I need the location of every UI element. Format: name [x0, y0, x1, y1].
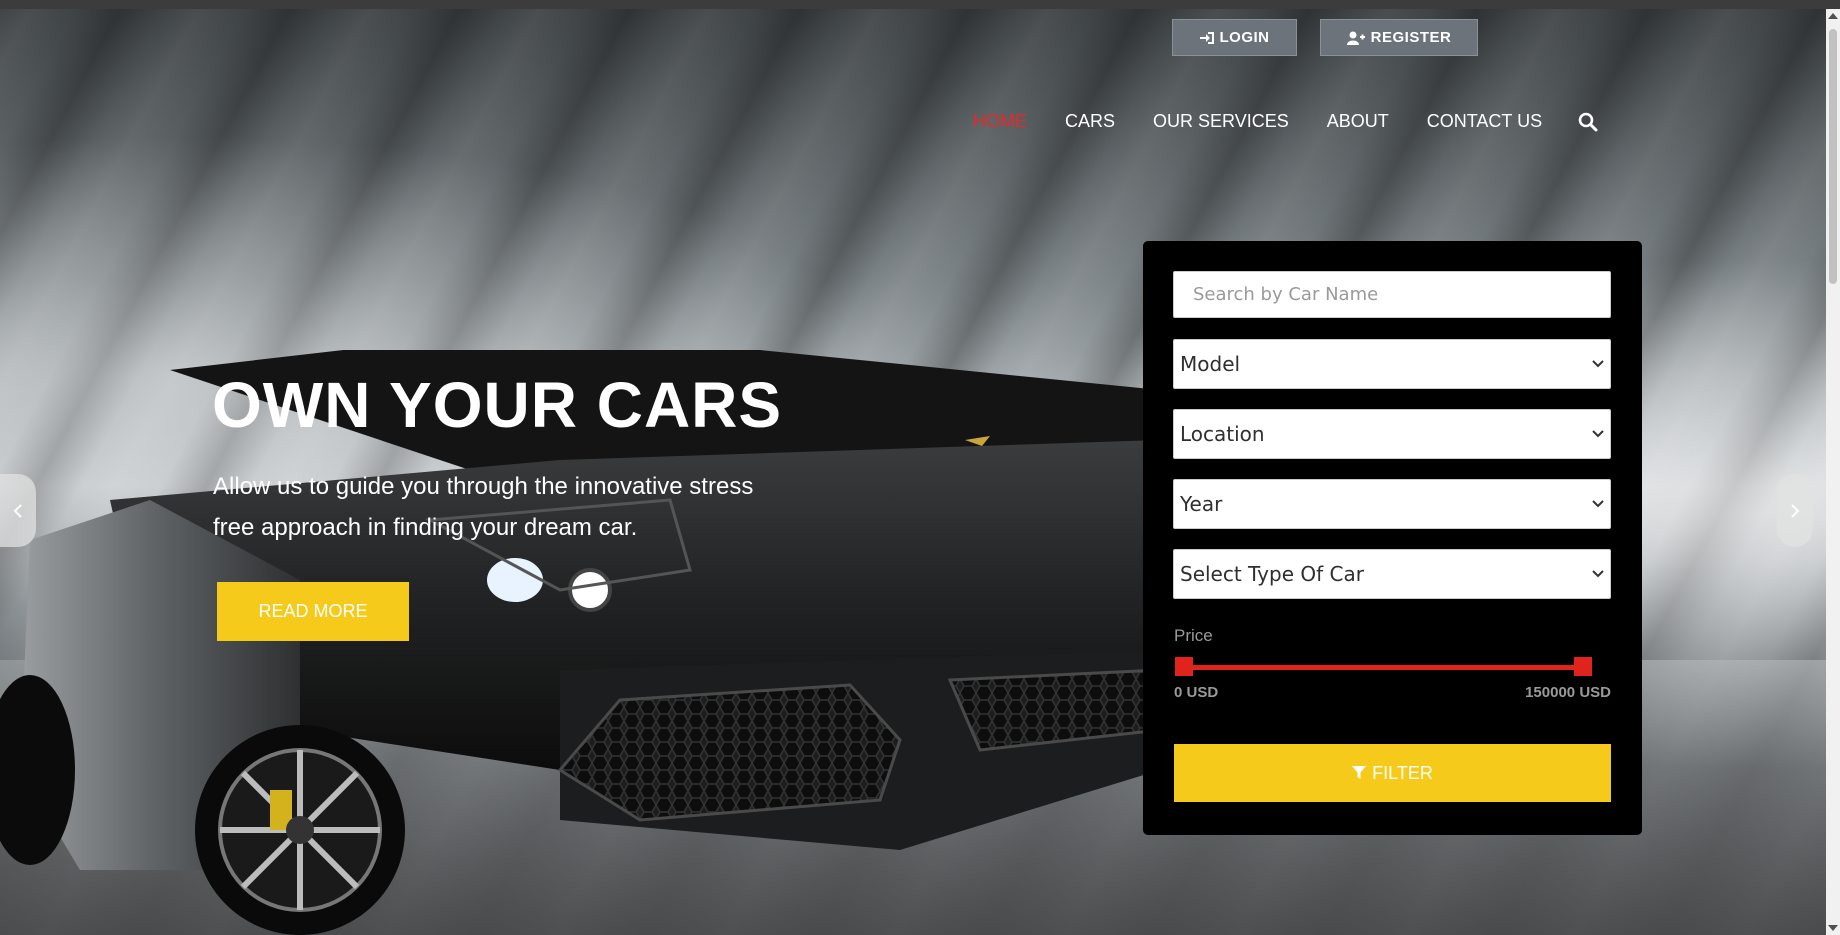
price-label: Price: [1174, 626, 1213, 645]
car-filter-panel: Model Location Year Select Type Of Car P…: [1143, 241, 1642, 835]
scrollbar-thumb[interactable]: [1829, 29, 1837, 284]
nav-contact-us[interactable]: CONTACT US: [1427, 111, 1542, 132]
year-select[interactable]: Year: [1173, 479, 1611, 529]
nav-our-services[interactable]: OUR SERVICES: [1153, 111, 1289, 132]
car-type-select-value: Select Type Of Car: [1180, 562, 1364, 586]
register-label: REGISTER: [1370, 29, 1452, 46]
user-plus-icon: [1346, 31, 1365, 45]
scroll-down-arrow[interactable]: [1828, 925, 1838, 931]
chevron-down-icon: [1592, 500, 1604, 508]
car-type-select[interactable]: Select Type Of Car: [1173, 549, 1611, 599]
model-select[interactable]: Model: [1173, 339, 1611, 389]
chevron-right-icon: [1791, 503, 1800, 518]
hero-title: OWN YOUR CARS: [212, 369, 783, 441]
chevron-down-icon: [1592, 570, 1604, 578]
filter-button[interactable]: FILTER: [1174, 744, 1611, 802]
auth-buttons: LOGIN REGISTER: [1172, 19, 1478, 56]
chevron-down-icon: [1592, 430, 1604, 438]
nav-about[interactable]: ABOUT: [1327, 111, 1389, 132]
chevron-left-icon: [13, 503, 22, 518]
page-scrollbar[interactable]: [1826, 9, 1840, 935]
scroll-up-arrow[interactable]: [1828, 13, 1838, 19]
search-icon[interactable]: [1578, 112, 1598, 132]
read-more-button[interactable]: READ MORE: [217, 582, 409, 641]
model-select-value: Model: [1180, 352, 1241, 376]
register-button[interactable]: REGISTER: [1320, 19, 1478, 56]
location-select-value: Location: [1180, 422, 1265, 446]
filter-label: FILTER: [1372, 762, 1433, 783]
car-name-search-input[interactable]: [1173, 271, 1611, 318]
year-select-value: Year: [1180, 492, 1223, 516]
location-select[interactable]: Location: [1173, 409, 1611, 459]
chevron-down-icon: [1592, 360, 1604, 368]
login-label: LOGIN: [1219, 29, 1270, 46]
nav-home[interactable]: HOME: [973, 111, 1027, 132]
price-max-handle[interactable]: [1574, 657, 1592, 676]
browser-top-strip: [0, 0, 1840, 9]
price-min-handle[interactable]: [1175, 657, 1193, 676]
login-button[interactable]: LOGIN: [1172, 19, 1297, 56]
slider-next-button[interactable]: [1777, 474, 1813, 547]
price-max-value: 150000 USD: [1525, 684, 1611, 701]
hero-subtitle: Allow us to guide you through the innova…: [213, 473, 754, 541]
nav-cars[interactable]: CARS: [1065, 111, 1115, 132]
price-range-track[interactable]: [1175, 665, 1592, 670]
price-min-value: 0 USD: [1174, 684, 1219, 701]
sign-in-icon: [1199, 31, 1214, 44]
main-nav: HOME CARS OUR SERVICES ABOUT CONTACT US: [973, 111, 1598, 132]
slider-prev-button[interactable]: [0, 474, 36, 547]
filter-icon: [1352, 766, 1367, 779]
